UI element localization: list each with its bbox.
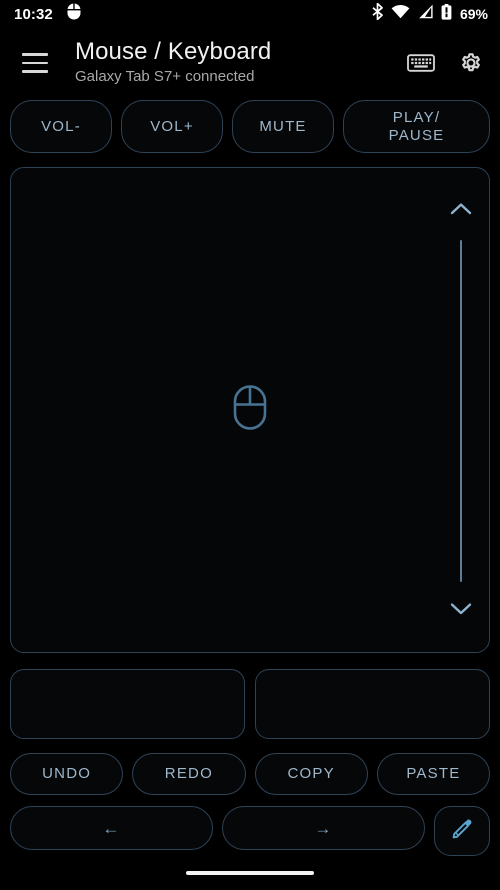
menu-line: [22, 61, 48, 65]
left-click-button[interactable]: [10, 669, 245, 739]
page-title: Mouse / Keyboard: [75, 38, 272, 66]
wifi-icon: [391, 4, 410, 24]
status-bar-right: 69%: [371, 2, 488, 25]
mute-label: MUTE: [259, 117, 307, 135]
mouse-click-buttons-row: [0, 653, 500, 739]
back-button[interactable]: ←: [10, 806, 213, 850]
navigation-row: ← →: [0, 795, 500, 856]
undo-button[interactable]: UNDO: [10, 753, 124, 795]
menu-line: [22, 53, 48, 56]
scroll-track[interactable]: [460, 240, 462, 582]
play-pause-button[interactable]: PLAY/ PAUSE: [343, 100, 490, 153]
redo-label: REDO: [164, 765, 213, 783]
menu-line: [22, 70, 48, 73]
status-bar: 10:32 69%: [0, 0, 500, 28]
forward-button[interactable]: →: [222, 806, 425, 850]
pencil-icon: [450, 817, 474, 845]
home-gesture-pill[interactable]: [186, 871, 314, 875]
copy-label: COPY: [287, 765, 335, 783]
edit-text-button[interactable]: [434, 806, 490, 856]
gear-icon[interactable]: [456, 48, 486, 78]
trackpad-container: [0, 156, 500, 653]
app-bar-actions: [406, 48, 486, 78]
trackpad-surface[interactable]: [10, 167, 490, 653]
status-clock: 10:32: [14, 5, 53, 23]
battery-icon: [441, 3, 452, 25]
mute-button[interactable]: MUTE: [232, 100, 334, 153]
media-controls-row: VOL- VOL+ MUTE PLAY/ PAUSE: [0, 100, 500, 156]
paste-label: PASTE: [406, 765, 461, 783]
arrow-right-icon: →: [314, 818, 333, 838]
battery-percent-label: 69%: [459, 6, 488, 22]
arrow-left-icon: ←: [102, 818, 121, 838]
volume-down-label: VOL-: [41, 117, 81, 135]
volume-down-button[interactable]: VOL-: [10, 100, 112, 153]
chevron-down-icon[interactable]: [450, 602, 472, 620]
volume-up-button[interactable]: VOL+: [121, 100, 223, 153]
system-navigation-area: [0, 856, 500, 890]
status-bar-left: 10:32: [14, 3, 81, 25]
redo-button[interactable]: REDO: [132, 753, 246, 795]
right-click-button[interactable]: [255, 669, 490, 739]
mouse-icon: [233, 385, 267, 436]
copy-button[interactable]: COPY: [254, 753, 368, 795]
app-root: 10:32 69% Mouse / Keyboard Galaxy Tab S7…: [0, 0, 500, 890]
hamburger-menu-icon[interactable]: [16, 44, 54, 82]
play-pause-label: PLAY/ PAUSE: [388, 109, 445, 144]
edit-actions-row: UNDO REDO COPY PASTE: [0, 739, 500, 795]
bluetooth-icon: [371, 2, 384, 25]
connection-status-label: Galaxy Tab S7+ connected: [75, 68, 255, 86]
app-bar: Mouse / Keyboard Galaxy Tab S7+ connecte…: [0, 28, 500, 98]
undo-label: UNDO: [42, 765, 92, 783]
scroll-bar[interactable]: [433, 168, 489, 652]
mouse-notification-icon: [67, 3, 81, 25]
paste-button[interactable]: PASTE: [376, 753, 490, 795]
cellular-signal-icon: [417, 4, 434, 24]
keyboard-icon[interactable]: [406, 48, 436, 78]
app-bar-titles: Mouse / Keyboard Galaxy Tab S7+ connecte…: [75, 38, 398, 86]
chevron-up-icon[interactable]: [450, 202, 472, 220]
volume-up-label: VOL+: [150, 117, 194, 135]
